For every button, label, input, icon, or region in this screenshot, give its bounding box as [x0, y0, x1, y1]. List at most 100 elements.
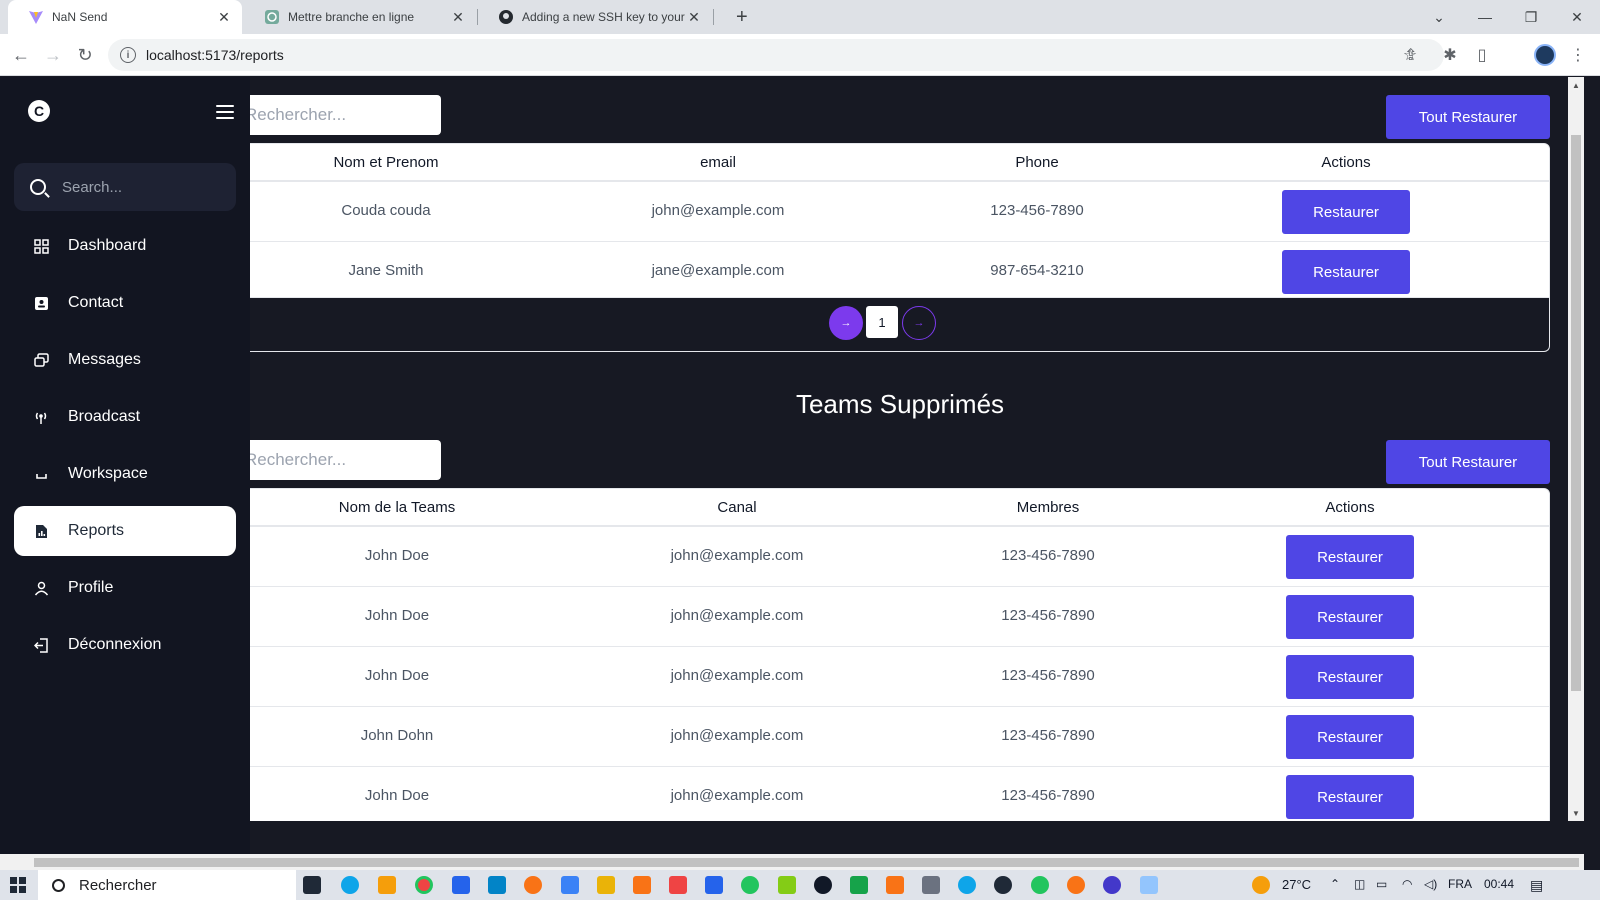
- wifi-icon[interactable]: ◠: [1402, 877, 1412, 891]
- sidebar-item-label: Déconnexion: [68, 636, 162, 653]
- cell-name: Jane Smith: [348, 262, 424, 279]
- word-icon[interactable]: [705, 876, 723, 894]
- restore-button[interactable]: Restaurer: [1286, 535, 1414, 579]
- table-row: John Doe john@example.com 123-456-7890 R…: [250, 587, 1549, 647]
- scrollbar-thumb[interactable]: [1571, 135, 1581, 691]
- chrome-icon[interactable]: [415, 876, 433, 894]
- bookmark-star-icon[interactable]: ☆: [1398, 43, 1422, 67]
- app-icon[interactable]: [814, 876, 832, 894]
- whatsapp-icon[interactable]: [741, 876, 759, 894]
- browser-tab[interactable]: Mettre branche en ligne ✕: [244, 0, 476, 34]
- firefox-icon[interactable]: [524, 876, 542, 894]
- new-tab-icon[interactable]: +: [736, 6, 748, 29]
- horizontal-scrollbar[interactable]: [0, 854, 1584, 870]
- clock[interactable]: 00:44: [1484, 877, 1514, 891]
- close-tab-icon[interactable]: ✕: [686, 9, 702, 26]
- cell-canal: john@example.com: [670, 787, 804, 804]
- volume-icon[interactable]: ◁): [1424, 877, 1437, 891]
- app-icon[interactable]: [886, 876, 904, 894]
- maximize-icon[interactable]: ❐: [1508, 0, 1554, 34]
- scroll-up-icon[interactable]: ▲: [1568, 77, 1584, 93]
- telegram-icon[interactable]: [958, 876, 976, 894]
- app-icon[interactable]: [1103, 876, 1121, 894]
- address-bar[interactable]: i localhost:5173/reports ⇪: [108, 39, 1444, 71]
- taskbar-search-box[interactable]: Rechercher: [38, 870, 296, 900]
- restore-button[interactable]: Restaurer: [1286, 715, 1414, 759]
- sidebar-item-dashboard[interactable]: Dashboard: [14, 221, 236, 271]
- tab-search-icon[interactable]: ⌄: [1416, 0, 1462, 34]
- page-bottom-area: [250, 821, 1568, 854]
- reload-icon[interactable]: ↻: [73, 43, 97, 67]
- app-icon[interactable]: [922, 876, 940, 894]
- site-info-icon[interactable]: i: [120, 47, 136, 63]
- file-explorer-icon[interactable]: [378, 876, 396, 894]
- side-panel-icon[interactable]: ▯: [1470, 43, 1494, 67]
- sidebar: C Search... Dashboard Contact Messages B…: [0, 77, 250, 854]
- sidebar-item-logout[interactable]: Déconnexion: [14, 620, 236, 670]
- sidebar-item-contact[interactable]: Contact: [14, 278, 236, 328]
- language-indicator[interactable]: FRA: [1448, 877, 1472, 891]
- forward-icon[interactable]: →: [41, 43, 65, 67]
- restore-button[interactable]: Restaurer: [1286, 595, 1414, 639]
- contacts-search-placeholder: Rechercher...: [250, 105, 347, 124]
- profile-avatar[interactable]: [1534, 44, 1556, 66]
- contacts-search-input[interactable]: Rechercher...: [250, 95, 441, 135]
- vertical-scrollbar[interactable]: ▲ ▼: [1568, 77, 1584, 821]
- battery-icon[interactable]: ▭: [1376, 877, 1387, 891]
- notifications-icon[interactable]: ▤: [1530, 877, 1543, 894]
- app-icon[interactable]: [669, 876, 687, 894]
- extensions-icon[interactable]: ✱: [1438, 43, 1462, 67]
- browser-tab-active[interactable]: NaN Send ✕: [8, 0, 242, 34]
- whatsapp-icon[interactable]: [1031, 876, 1049, 894]
- contacts-restore-all-button[interactable]: Tout Restaurer: [1386, 95, 1550, 139]
- vscode-icon[interactable]: [561, 876, 579, 894]
- close-tab-icon[interactable]: ✕: [450, 9, 466, 26]
- column-header-actions: Actions: [1325, 499, 1375, 516]
- cell-name: Couda couda: [341, 202, 431, 219]
- tab-separator: [713, 9, 714, 25]
- browser-toolbar: ← → ↻ i localhost:5173/reports ⇪ ☆ ✱ ▯ ⋮: [0, 34, 1600, 76]
- close-window-icon[interactable]: ✕: [1554, 0, 1600, 34]
- back-icon[interactable]: ←: [9, 43, 33, 67]
- edge-icon[interactable]: [341, 876, 359, 894]
- sidebar-item-reports[interactable]: Reports: [14, 506, 236, 556]
- restore-button[interactable]: Restaurer: [1282, 250, 1410, 294]
- teams-restore-all-button[interactable]: Tout Restaurer: [1386, 440, 1550, 484]
- restore-button[interactable]: Restaurer: [1286, 775, 1414, 819]
- windows-start-icon[interactable]: [10, 877, 26, 893]
- close-tab-icon[interactable]: ✕: [216, 9, 232, 26]
- app-icon[interactable]: [994, 876, 1012, 894]
- sidebar-item-messages[interactable]: Messages: [14, 335, 236, 385]
- pagination-prev-button[interactable]: →: [829, 306, 863, 340]
- android-icon[interactable]: [778, 876, 796, 894]
- pagination-next-button[interactable]: →: [902, 306, 936, 340]
- mail-icon[interactable]: [488, 876, 506, 894]
- minimize-icon[interactable]: —: [1462, 0, 1508, 34]
- hamburger-menu-icon[interactable]: [216, 105, 234, 119]
- store-icon[interactable]: [452, 876, 470, 894]
- sidebar-item-profile[interactable]: Profile: [14, 563, 236, 613]
- task-view-icon[interactable]: [303, 876, 321, 894]
- teams-search-placeholder: Rechercher...: [250, 450, 347, 469]
- tray-app-icon[interactable]: ◫: [1354, 877, 1365, 891]
- restore-button[interactable]: Restaurer: [1286, 655, 1414, 699]
- column-header-email: email: [700, 154, 736, 171]
- app-logo-icon[interactable]: C: [28, 100, 50, 122]
- scroll-down-icon[interactable]: ▼: [1568, 805, 1584, 821]
- pagination-page-1[interactable]: 1: [866, 306, 898, 338]
- sidebar-item-workspace[interactable]: Workspace: [14, 449, 236, 499]
- browser-tab[interactable]: Adding a new SSH key to your G ✕: [478, 0, 712, 34]
- menu-kebab-icon[interactable]: ⋮: [1566, 43, 1590, 67]
- teams-search-input[interactable]: Rechercher...: [250, 440, 441, 480]
- table-row: Couda couda john@example.com 123-456-789…: [250, 182, 1549, 242]
- app-icon[interactable]: [633, 876, 651, 894]
- excel-icon[interactable]: [850, 876, 868, 894]
- scrollbar-thumb[interactable]: [34, 858, 1579, 867]
- restore-button[interactable]: Restaurer: [1282, 190, 1410, 234]
- app-icon[interactable]: [1067, 876, 1085, 894]
- sidebar-item-broadcast[interactable]: Broadcast: [14, 392, 236, 442]
- sidebar-search-input[interactable]: Search...: [14, 163, 236, 211]
- notepad-icon[interactable]: [1140, 876, 1158, 894]
- app-icon[interactable]: [597, 876, 615, 894]
- tray-chevron-icon[interactable]: ⌃: [1330, 877, 1340, 891]
